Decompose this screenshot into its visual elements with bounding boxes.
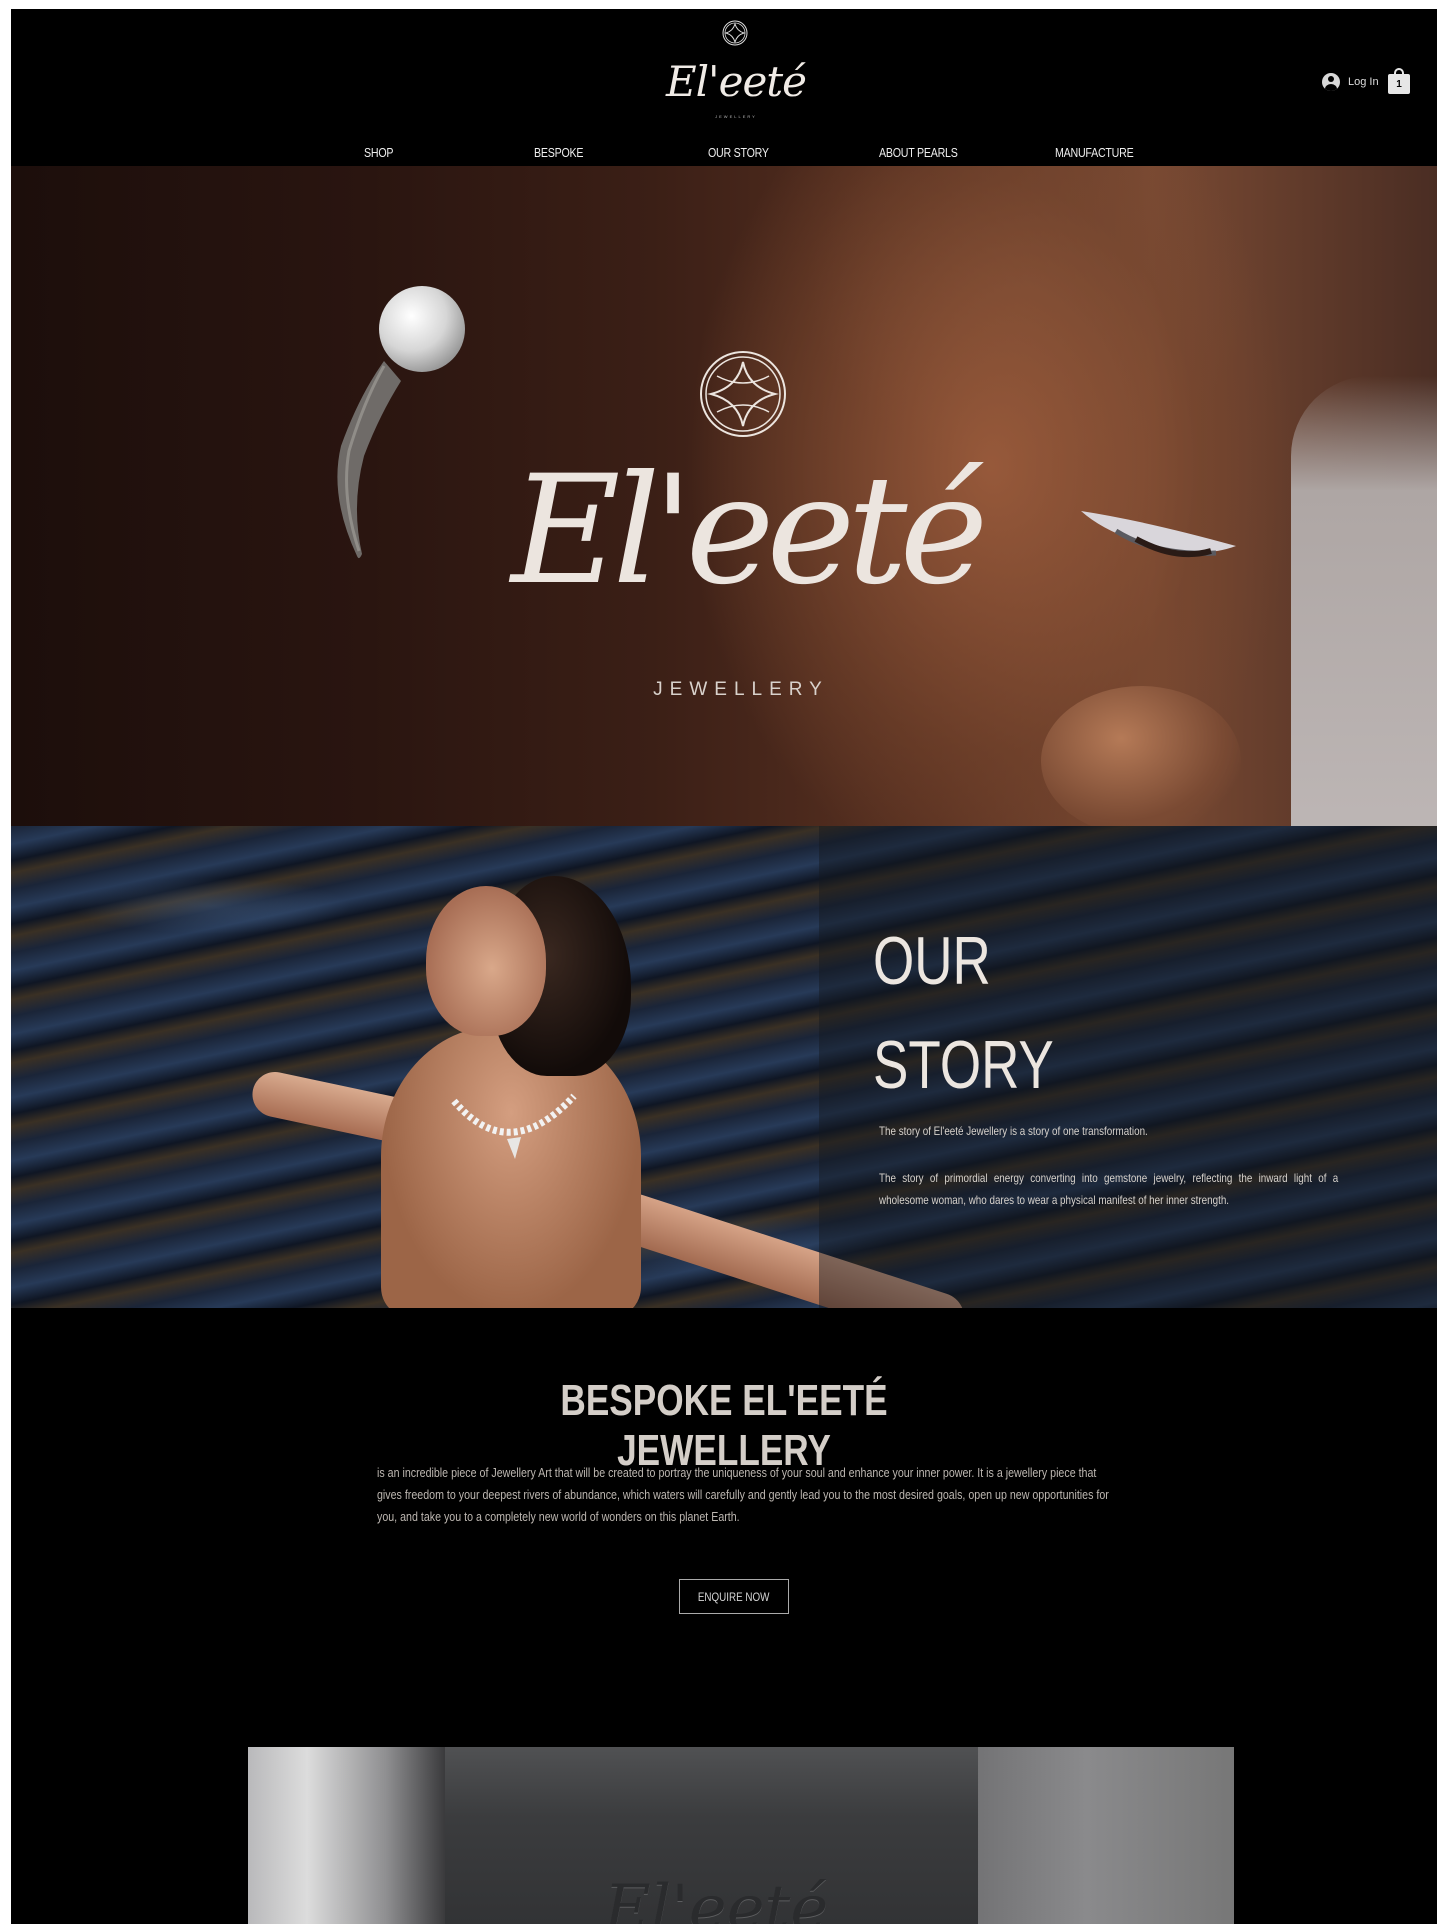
page: El'eeté JEWELLERY Log In 1 SHOP BESPOKE … [11,9,1437,1924]
story-image-face [426,886,546,1036]
hero-banner: El'eeté JEWELLERY [11,166,1437,826]
hero-logo: El'eeté [511,444,988,618]
box-logo: El'eeté [604,1872,829,1924]
jewellery-box-image: El'eeté [248,1747,1234,1924]
story-image-body [381,1026,641,1308]
nav-item-shop[interactable]: SHOP [364,145,393,160]
story-title: OUR STORY [873,923,1054,1103]
hero-emblem-icon [700,351,786,437]
earring-horn-image [337,361,401,559]
hero-eye-image [1081,511,1236,558]
login-label: Log In [1348,76,1379,88]
emblem-icon [722,20,748,46]
hero-face-highlight [1041,686,1241,826]
nav-item-our-story[interactable]: OUR STORY [708,145,769,160]
story-paragraph: The story of El'eeté Jewellery is a stor… [879,1124,1148,1138]
nav-item-manufacture[interactable]: MANUFACTURE [1055,145,1134,160]
login-button[interactable]: Log In [1322,73,1379,91]
cart-count-badge: 1 [1396,79,1402,90]
site-header: El'eeté JEWELLERY Log In 1 SHOP BESPOKE … [11,9,1437,166]
enquire-now-button[interactable]: ENQUIRE NOW [679,1579,789,1614]
earring-pearl-image [379,286,465,372]
cart-button[interactable]: 1 [1388,68,1410,94]
hero-subtitle: JEWELLERY [653,679,829,700]
user-avatar-icon [1322,73,1340,91]
nav-item-about-pearls[interactable]: ABOUT PEARLS [879,145,958,160]
story-paragraph: The story of primordial energy convertin… [879,1171,1339,1207]
our-story-section: OUR STORY The story of El'eeté Jewellery… [11,826,1437,1308]
bespoke-description: is an incredible piece of Jewellery Art … [377,1465,1109,1524]
hero-background-light [1291,376,1437,826]
pearl-necklace-image [451,1093,577,1159]
header-logo-subtext: JEWELLERY [715,114,757,119]
nav-item-bespoke[interactable]: BESPOKE [534,145,583,160]
main-nav: SHOP BESPOKE OUR STORY ABOUT PEARLS MANU… [11,141,1437,165]
header-logo[interactable]: El'eeté [631,61,841,103]
bespoke-section: BESPOKE EL'EETÉ JEWELLERY is an incredib… [11,1308,1437,1756]
bespoke-title: BESPOKE EL'EETÉ JEWELLERY [560,1376,888,1475]
